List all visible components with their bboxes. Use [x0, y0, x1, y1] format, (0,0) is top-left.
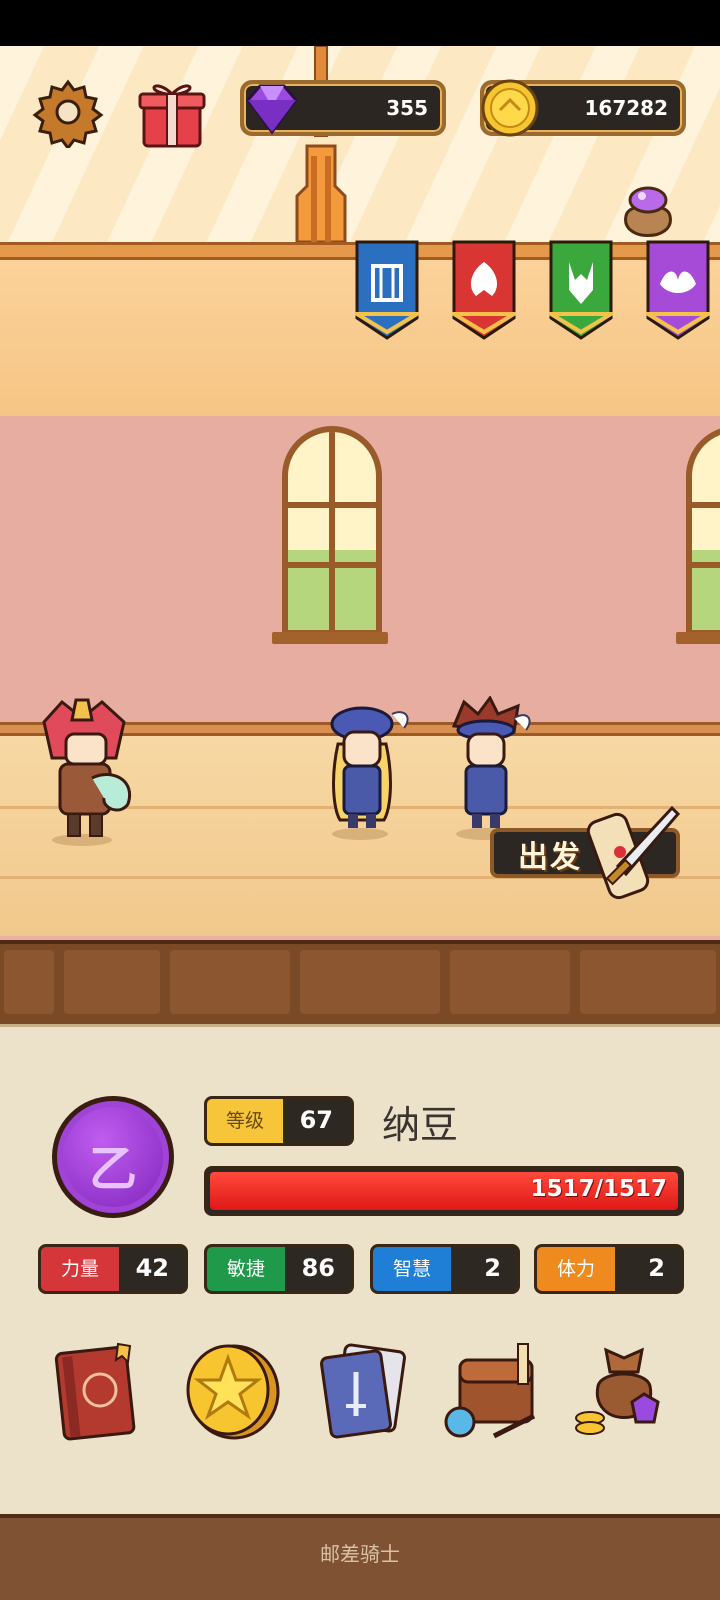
- rank-letter: 乙: [88, 1141, 137, 1197]
- depart-button[interactable]: 出发: [490, 805, 682, 904]
- purple-gem-icon: [246, 84, 298, 135]
- treasure-bag-icon: [575, 1347, 660, 1435]
- stat-wisdom: 智慧 2: [370, 1244, 520, 1294]
- stat-agility-value: 86: [301, 1254, 335, 1282]
- window-sill: [272, 632, 388, 644]
- footer-title: 邮差骑士: [320, 1542, 400, 1566]
- menu-hero-book[interactable]: [46, 1336, 156, 1446]
- stat-strength-value: 42: [135, 1254, 169, 1282]
- stat-agility: 敏捷 86: [204, 1244, 354, 1294]
- menu-treasure-bag[interactable]: [570, 1336, 680, 1446]
- stat-wisdom-value: 2: [484, 1254, 501, 1282]
- gem-count: 355: [386, 96, 428, 120]
- knight-character[interactable]: [32, 698, 142, 848]
- banner-blue-crest: [355, 240, 419, 340]
- stat-stamina-value: 2: [648, 1254, 665, 1282]
- gift-box-icon: [138, 84, 206, 148]
- menu-backpack[interactable]: [438, 1336, 548, 1446]
- sword-scroll-icon: [586, 805, 681, 900]
- depart-label: 出发: [518, 840, 582, 875]
- ground-divider: [0, 940, 720, 1024]
- banner-red-crest: [452, 240, 516, 340]
- stat-wisdom-label: 智慧: [373, 1247, 451, 1291]
- arched-window-right: [686, 426, 720, 636]
- postgirl-character[interactable]: [310, 700, 420, 840]
- banner-green-crest: [549, 240, 613, 340]
- hero-book-icon: [54, 1342, 136, 1441]
- stat-stamina: 体力 2: [534, 1244, 684, 1294]
- hero-name: 纳豆: [382, 1103, 459, 1147]
- gold-coin-icon: [481, 79, 539, 137]
- star-coin-icon: [186, 1344, 280, 1440]
- rank-badge[interactable]: 乙: [52, 1096, 174, 1218]
- stat-stamina-label: 体力: [537, 1247, 615, 1291]
- arched-window: [282, 426, 382, 636]
- hp-bar: 1517/1517: [204, 1166, 684, 1216]
- stat-strength: 力量 42: [38, 1244, 188, 1294]
- gear-icon: [32, 79, 104, 151]
- item-backpack-icon: [444, 1343, 536, 1439]
- status-bar: [0, 0, 720, 46]
- banner-purple-crest: [646, 240, 710, 340]
- stat-agility-label: 敏捷: [207, 1247, 285, 1291]
- gift-button[interactable]: [136, 74, 208, 150]
- settings-button[interactable]: [32, 76, 104, 151]
- gem-counter: 355: [240, 80, 446, 136]
- sword-cards-icon: [320, 1343, 406, 1439]
- level-label: 等级: [207, 1099, 283, 1143]
- coin-counter: 167282: [480, 79, 686, 137]
- window-sill-right: [676, 632, 720, 644]
- menu-skill-cards[interactable]: [310, 1336, 420, 1446]
- hp-text: 1517/1517: [530, 1176, 667, 1202]
- gem-bag-button[interactable]: [612, 176, 684, 246]
- menu-star-coin[interactable]: [176, 1336, 286, 1446]
- level-value: 67: [299, 1106, 333, 1134]
- coin-count: 167282: [584, 96, 669, 120]
- level-box: 等级 67: [204, 1096, 354, 1146]
- gem-pouch-icon: [624, 186, 672, 237]
- stat-strength-label: 力量: [41, 1247, 119, 1291]
